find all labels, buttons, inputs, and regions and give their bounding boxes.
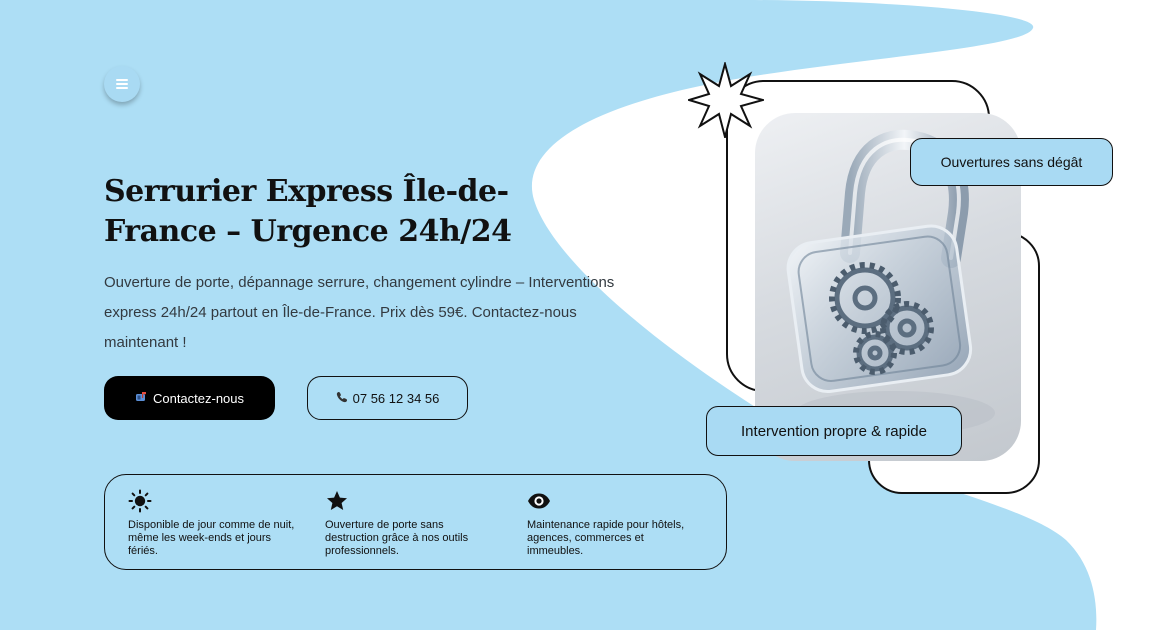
- hero-description: Ouverture de porte, dépannage serrure, c…: [104, 274, 615, 351]
- sun-icon: [128, 489, 152, 513]
- feature-text: Maintenance rapide pour hôtels, agences,…: [527, 519, 685, 557]
- mailbox-icon: [135, 391, 148, 406]
- eye-icon: [528, 493, 550, 509]
- feature-availability: Disponible de jour comme de nuit, même l…: [128, 489, 303, 558]
- phone-button[interactable]: 07 56 12 34 56: [307, 376, 468, 420]
- hero-section: Serrurier Express Île-de-France – Urgenc…: [0, 0, 1153, 630]
- badge-clean-fast: Intervention propre & rapide: [706, 406, 962, 456]
- phone-icon: [336, 391, 348, 406]
- phone-button-label: 07 56 12 34 56: [352, 390, 440, 406]
- feature-text: Disponible de jour comme de nuit, même l…: [128, 519, 295, 557]
- page-title: Serrurier Express Île-de-France – Urgenc…: [104, 174, 512, 249]
- hamburger-menu-icon: [116, 79, 128, 89]
- feature-text: Ouverture de porte sans destruction grâc…: [325, 519, 469, 557]
- features-panel: Disponible de jour comme de nuit, même l…: [104, 474, 727, 570]
- sparkle-star-icon: [688, 62, 764, 138]
- badge-no-damage: Ouvertures sans dégât: [910, 138, 1113, 186]
- star-icon: [327, 491, 347, 510]
- contact-button-label: Contactez-nous: [152, 390, 245, 406]
- feature-no-damage: Ouverture de porte sans destruction grâc…: [325, 489, 500, 558]
- contact-button[interactable]: Contactez-nous: [104, 376, 275, 420]
- feature-maintenance: Maintenance rapide pour hôtels, agences,…: [527, 489, 702, 558]
- menu-button[interactable]: [104, 66, 140, 102]
